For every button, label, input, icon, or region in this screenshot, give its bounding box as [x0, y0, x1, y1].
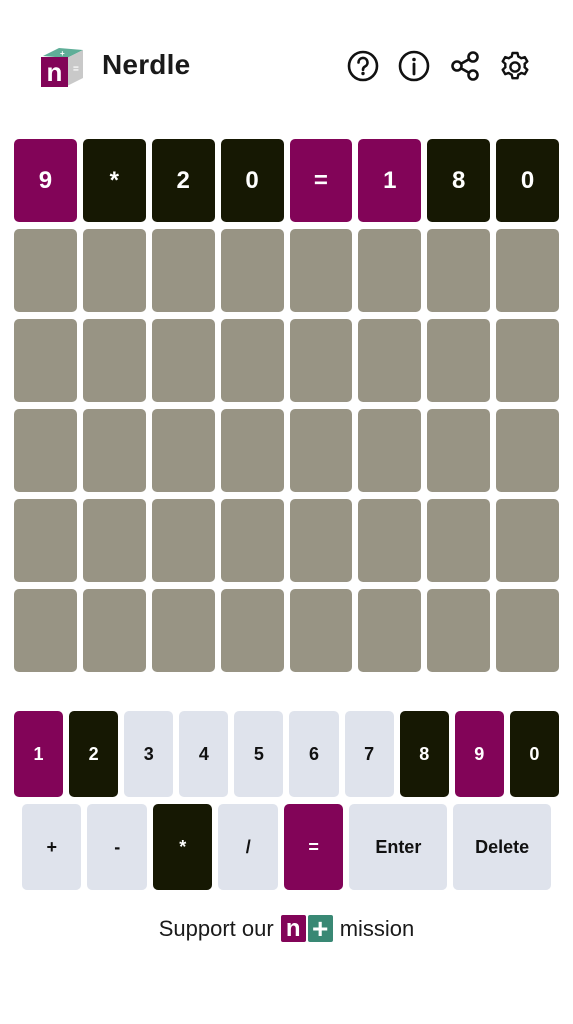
- key-4[interactable]: 4: [179, 711, 229, 797]
- nplus-logo-n: n: [280, 915, 306, 942]
- board-tile: [496, 409, 559, 492]
- key-8[interactable]: 8: [399, 711, 449, 797]
- share-icon[interactable]: [448, 49, 482, 83]
- key-minus[interactable]: -: [87, 804, 147, 890]
- nerdle-logo-icon: n + =: [41, 48, 83, 87]
- board-tile: [496, 589, 559, 672]
- key-equals[interactable]: =: [283, 804, 344, 890]
- key-7[interactable]: 7: [344, 711, 394, 797]
- board-tile: 0: [496, 139, 559, 222]
- logo-letter: n: [47, 57, 63, 87]
- board-tile: [496, 229, 559, 312]
- key-0[interactable]: 0: [509, 711, 559, 797]
- board-row: [14, 229, 559, 312]
- board-tile: [289, 229, 353, 312]
- support-footer[interactable]: Support our n + mission: [0, 913, 573, 944]
- keyboard-row-operators: + - * / = Enter Delete: [22, 804, 552, 890]
- board-row: 9 * 2 0 = 1 8 0: [14, 139, 559, 222]
- app-title: Nerdle: [102, 49, 191, 80]
- board-tile: [289, 319, 353, 402]
- key-2[interactable]: 2: [69, 711, 119, 797]
- board-tile: 0: [220, 139, 284, 222]
- board-row: [14, 319, 559, 402]
- board-row: [14, 589, 559, 672]
- board-tile: [220, 319, 284, 402]
- board-tile: [14, 589, 77, 672]
- help-icon[interactable]: [346, 49, 380, 83]
- board-tile: [358, 409, 422, 492]
- board-tile: [151, 319, 215, 402]
- game-board: 9 * 2 0 = 1 8 0: [14, 139, 559, 679]
- board-tile: [82, 319, 146, 402]
- nplus-logo-icon: n +: [280, 913, 333, 944]
- board-tile: [151, 499, 215, 582]
- board-tile: [220, 589, 284, 672]
- board-tile: [151, 589, 215, 672]
- delete-button[interactable]: Delete: [453, 804, 552, 890]
- board-tile: [289, 409, 353, 492]
- board-tile: 8: [427, 139, 491, 222]
- board-tile: [14, 499, 77, 582]
- key-multiply[interactable]: *: [152, 804, 213, 890]
- board-tile: [427, 229, 491, 312]
- board-tile: [496, 499, 559, 582]
- board-tile: [82, 499, 146, 582]
- board-tile: [151, 409, 215, 492]
- key-3[interactable]: 3: [124, 711, 174, 797]
- nplus-logo-plus: +: [307, 913, 333, 944]
- board-tile: [14, 319, 77, 402]
- board-tile: [427, 319, 491, 402]
- board-tile: [82, 589, 146, 672]
- board-row: [14, 409, 559, 492]
- board-tile: [358, 319, 422, 402]
- svg-text:=: =: [73, 64, 79, 75]
- board-tile: [220, 499, 284, 582]
- board-tile: [358, 499, 422, 582]
- board-tile: [220, 229, 284, 312]
- board-row: [14, 499, 559, 582]
- board-tile: [427, 409, 491, 492]
- board-tile: [427, 499, 491, 582]
- svg-text:+: +: [60, 49, 65, 58]
- key-1[interactable]: 1: [14, 711, 64, 797]
- board-tile: [289, 589, 353, 672]
- board-tile: 9: [14, 139, 77, 222]
- board-tile: [496, 319, 559, 402]
- key-5[interactable]: 5: [234, 711, 284, 797]
- keyboard-row-digits: 1234567890: [14, 711, 559, 797]
- board-tile: [427, 589, 491, 672]
- footer-suffix: mission: [339, 915, 415, 941]
- board-tile: [151, 229, 215, 312]
- key-plus[interactable]: +: [22, 804, 82, 890]
- board-tile: 1: [358, 139, 422, 222]
- settings-icon[interactable]: [498, 49, 532, 83]
- enter-button[interactable]: Enter: [349, 804, 448, 890]
- board-tile: [358, 229, 422, 312]
- key-9[interactable]: 9: [454, 711, 504, 797]
- key-divide[interactable]: /: [218, 804, 278, 890]
- board-tile: *: [82, 139, 146, 222]
- key-6[interactable]: 6: [289, 711, 339, 797]
- board-tile: [358, 589, 422, 672]
- board-tile: [289, 499, 353, 582]
- board-tile: [82, 409, 146, 492]
- header: n + = Nerdle: [0, 0, 573, 135]
- board-tile: [14, 229, 77, 312]
- board-tile: =: [289, 139, 353, 222]
- info-icon[interactable]: [397, 49, 431, 83]
- board-tile: [82, 229, 146, 312]
- footer-prefix: Support our: [158, 915, 274, 941]
- board-tile: [14, 409, 77, 492]
- board-tile: 2: [151, 139, 215, 222]
- board-tile: [220, 409, 284, 492]
